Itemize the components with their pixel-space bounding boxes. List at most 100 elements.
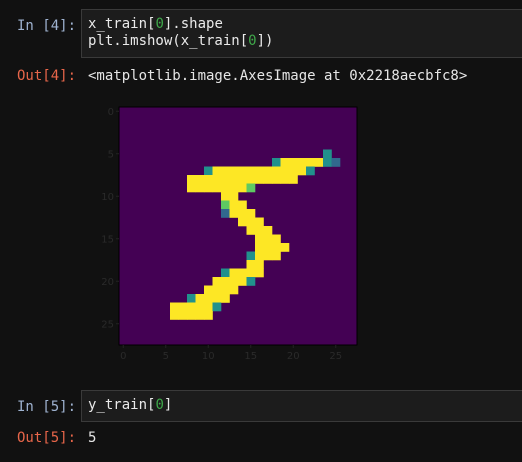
heatmap-cell <box>246 183 256 193</box>
heatmap-cell <box>246 226 256 235</box>
heatmap-cell <box>272 175 281 184</box>
input-prompt-4: In [4]: <box>17 18 77 34</box>
output-text-4: <matplotlib.image.AxesImage at 0x2218aec… <box>88 68 468 84</box>
heatmap-cell <box>297 166 307 176</box>
heatmap-cell <box>263 234 273 244</box>
heatmap-cell <box>204 285 213 295</box>
heatmap-cell <box>229 209 239 218</box>
output-text-5: 5 <box>88 430 97 446</box>
code-cell-5[interactable]: y_train[0] <box>81 390 522 422</box>
heatmap-cell <box>280 158 290 167</box>
heatmap-cell <box>195 183 205 193</box>
imshow-figure: 0 5 10 15 20 25 0 5 10 15 20 25 <box>101 106 358 362</box>
heatmap-cell <box>238 175 247 184</box>
heatmap-cell <box>246 166 256 176</box>
imshow-plot: 0 5 10 15 20 25 0 5 10 15 20 25 <box>100 100 360 364</box>
heatmap-cell <box>272 234 281 244</box>
heatmap-cell <box>263 243 273 252</box>
heatmap-cell <box>331 158 341 167</box>
heatmap-cell <box>187 183 196 193</box>
heatmap-cell <box>306 158 315 167</box>
heatmap-cell <box>221 175 230 184</box>
heatmap-cell <box>195 294 205 303</box>
heatmap-cell <box>221 192 230 201</box>
heatmap-cell <box>204 175 213 184</box>
heatmap-cell <box>263 251 273 261</box>
heatmap-cell <box>272 243 281 252</box>
heatmap-cell <box>238 166 247 176</box>
heatmap-cell <box>204 302 213 312</box>
heatmap-cell <box>272 251 281 261</box>
heatmap-cell <box>229 175 239 184</box>
heatmap-cell <box>246 209 256 218</box>
heatmap-cell <box>263 226 273 235</box>
heatmap-cell <box>263 166 273 176</box>
heatmap-cell <box>246 260 256 269</box>
y-tick-label: 10 <box>101 192 114 203</box>
heatmap-cell <box>246 175 256 184</box>
heatmap-cell <box>212 277 222 286</box>
input-prompt-5: In [5]: <box>17 399 77 415</box>
heatmap-cell <box>289 166 298 176</box>
heatmap-cell <box>204 311 213 320</box>
heatmap-cell <box>246 217 256 227</box>
heatmap-cell <box>170 311 179 320</box>
y-tick-label: 15 <box>101 234 114 245</box>
output-prompt-5: Out[5]: <box>17 430 77 446</box>
heatmap-cell <box>238 209 247 218</box>
code-line: x_train[0].shape <box>88 16 223 32</box>
x-tick-label: 15 <box>244 351 257 362</box>
heatmap-cell <box>187 311 196 320</box>
heatmap-cell <box>255 166 264 176</box>
heatmap-cell <box>272 166 281 176</box>
heatmap-cell <box>178 302 188 312</box>
heatmap-cell <box>221 268 230 278</box>
heatmap-cell <box>221 200 230 210</box>
heatmap-cell <box>238 217 247 227</box>
heatmap-cell <box>195 302 205 312</box>
heatmap-cell <box>229 200 239 210</box>
heatmap-cell <box>238 183 247 193</box>
code-cell-4[interactable]: x_train[0].shape plt.imshow(x_train[0]) <box>81 9 522 58</box>
x-tick-label: 10 <box>202 351 215 362</box>
heatmap-cell <box>221 209 230 218</box>
heatmap-cell <box>289 175 298 184</box>
heatmap-cell <box>229 183 239 193</box>
heatmap-cell <box>255 260 264 269</box>
heatmap-cell <box>246 268 256 278</box>
heatmap-cell <box>212 183 222 193</box>
heatmap-cell <box>263 175 273 184</box>
heatmap-cell <box>212 166 222 176</box>
heatmap-cell <box>212 285 222 295</box>
heatmap-cell <box>280 243 290 252</box>
heatmap-cell <box>323 149 332 159</box>
heatmap-cell <box>229 166 239 176</box>
heatmap-cell <box>246 251 256 261</box>
heatmap-cell <box>297 158 307 167</box>
heatmap-cell <box>280 166 290 176</box>
heatmap-cell <box>212 175 222 184</box>
heatmap-cell <box>306 166 315 176</box>
heatmap-cell <box>289 158 298 167</box>
x-tick-label: 25 <box>329 351 342 362</box>
heatmap-cell <box>229 277 239 286</box>
heatmap-cell <box>238 268 247 278</box>
heatmap-cell <box>187 302 196 312</box>
heatmap-cell <box>280 175 290 184</box>
code-line: y_train[0] <box>88 397 173 413</box>
heatmap-cell <box>323 158 332 167</box>
heatmap-cell <box>255 243 264 252</box>
heatmap-cell <box>204 183 213 193</box>
y-tick-label: 5 <box>108 149 114 160</box>
heatmap-cell <box>221 294 230 303</box>
heatmap-cell <box>238 277 247 286</box>
heatmap-cell <box>255 268 264 278</box>
heatmap-cell <box>212 302 222 312</box>
code-line: plt.imshow(x_train[0]) <box>88 33 274 49</box>
heatmap-cell <box>314 158 324 167</box>
y-tick-label: 20 <box>101 277 114 288</box>
heatmap-cell <box>229 285 239 295</box>
heatmap-cell <box>255 234 264 244</box>
heatmap-cell <box>255 217 264 227</box>
heatmap-cell <box>272 158 281 167</box>
